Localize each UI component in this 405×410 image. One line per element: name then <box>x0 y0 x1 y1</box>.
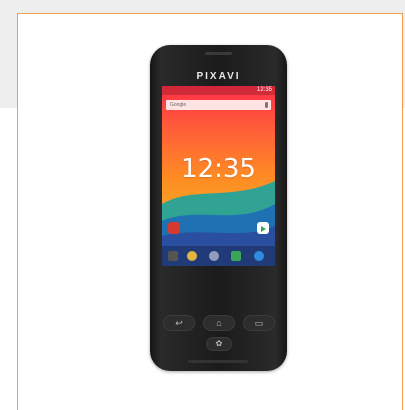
phone-device: PIXAVI 12:35 Google 12:35 ↩ ⌂ ▭ ✿ <box>150 45 287 371</box>
mic-icon[interactable] <box>265 102 268 108</box>
home-key[interactable]: ⌂ <box>203 315 235 331</box>
recent-apps-key[interactable]: ▭ <box>243 315 275 331</box>
apps-drawer-icon[interactable] <box>209 251 219 261</box>
phone-app-icon[interactable] <box>254 251 264 261</box>
google-search-bar[interactable]: Google <box>166 100 271 110</box>
earpiece-speaker <box>205 52 232 55</box>
brand-logo: PIXAVI <box>196 71 241 82</box>
status-time: 12:35 <box>256 87 272 93</box>
play-store-icon[interactable] <box>257 222 269 234</box>
app-dock <box>162 246 275 266</box>
status-bar: 12:35 <box>162 86 275 95</box>
center-button[interactable]: ✿ <box>206 337 232 351</box>
camera-icon[interactable] <box>168 251 178 261</box>
search-label: Google <box>170 102 187 108</box>
clock-widget: 12:35 <box>181 154 256 184</box>
play-triangle-icon <box>261 226 266 232</box>
app-icon-left[interactable] <box>168 222 180 234</box>
back-key[interactable]: ↩ <box>163 315 195 331</box>
bottom-grille <box>188 360 248 363</box>
messages-icon[interactable] <box>231 251 241 261</box>
chrome-icon[interactable] <box>187 251 197 261</box>
phone-screen: 12:35 Google 12:35 <box>162 86 275 266</box>
